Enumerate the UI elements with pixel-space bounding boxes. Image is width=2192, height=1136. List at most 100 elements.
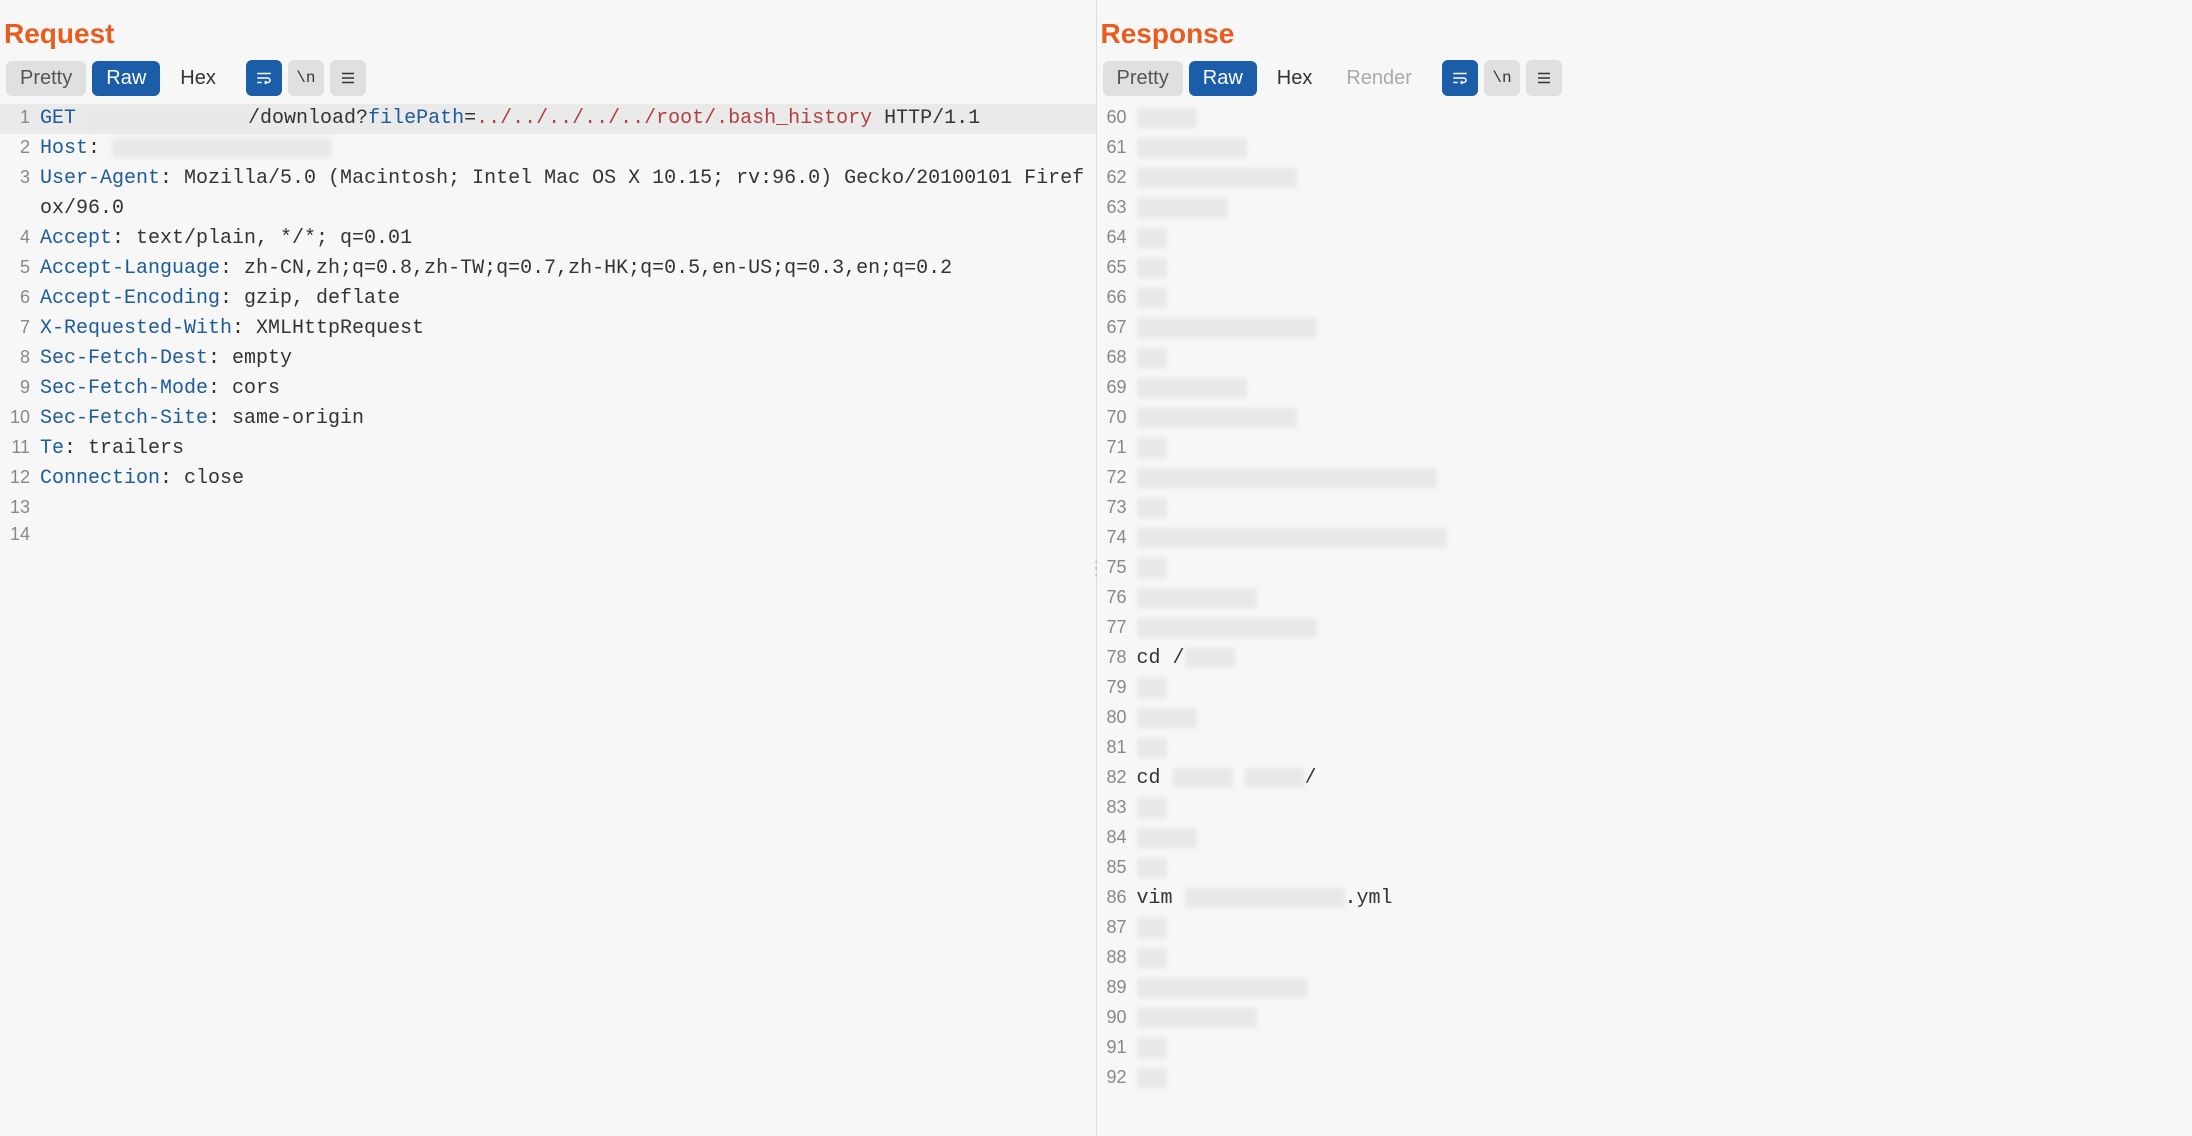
line-number: 84 (1097, 824, 1137, 851)
line-number: 4 (0, 224, 40, 251)
response-wrap-lines-icon[interactable] (1442, 60, 1478, 96)
line-number: 80 (1097, 704, 1137, 731)
code-line: 91x (1097, 1034, 2192, 1064)
code-line: 7X-Requested-With: XMLHttpRequest (0, 314, 1096, 344)
line-number: 90 (1097, 1004, 1137, 1031)
line-number: 77 (1097, 614, 1137, 641)
line-number: 67 (1097, 314, 1137, 341)
redacted-text: x (1137, 498, 1167, 518)
redacted-text: x (1137, 1008, 1257, 1028)
response-editor[interactable]: 60x61x62x63x64x65x66x67x68x69x70x71x72x7… (1097, 104, 2192, 1136)
line-content: x (1137, 284, 2192, 314)
wrap-lines-icon[interactable] (246, 60, 282, 96)
code-line: 88x (1097, 944, 2192, 974)
code-line: 76x (1097, 584, 2192, 614)
code-line: 92x (1097, 1064, 2192, 1094)
line-content: x (1137, 524, 2192, 554)
response-menu-icon[interactable] (1526, 60, 1562, 96)
line-number: 10 (0, 404, 40, 431)
line-content: Accept: text/plain, */*; q=0.01 (40, 224, 1096, 254)
code-line: 4Accept: text/plain, */*; q=0.01 (0, 224, 1096, 254)
line-number: 92 (1097, 1064, 1137, 1091)
line-content: x (1137, 194, 2192, 224)
code-line: 90x (1097, 1004, 2192, 1034)
redacted-text: x (1137, 468, 1437, 488)
line-content: cd x x/ (1137, 764, 2192, 794)
response-tab-render[interactable]: Render (1332, 61, 1426, 96)
line-number: 66 (1097, 284, 1137, 311)
response-tab-hex[interactable]: Hex (1263, 61, 1327, 96)
redacted-text: x (1137, 348, 1167, 368)
line-number: 61 (1097, 134, 1137, 161)
request-tab-hex[interactable]: Hex (166, 61, 230, 96)
line-number: 7 (0, 314, 40, 341)
line-content: x (1137, 1064, 2192, 1094)
code-line: 3User-Agent: Mozilla/5.0 (Macintosh; Int… (0, 164, 1096, 224)
code-line: 75x (1097, 554, 2192, 584)
line-content: Accept-Encoding: gzip, deflate (40, 284, 1096, 314)
code-line: 67x (1097, 314, 2192, 344)
redacted-text: x (1137, 528, 1447, 548)
line-content: Accept-Language: zh-CN,zh;q=0.8,zh-TW;q=… (40, 254, 1096, 284)
redacted-text: x (1137, 948, 1167, 968)
code-line: 79x (1097, 674, 2192, 704)
line-content: x (1137, 374, 2192, 404)
line-content: x (1137, 494, 2192, 524)
line-content: Sec-Fetch-Dest: empty (40, 344, 1096, 374)
code-line: 85x (1097, 854, 2192, 884)
response-tab-raw[interactable]: Raw (1189, 61, 1257, 96)
request-tab-raw[interactable]: Raw (92, 61, 160, 96)
line-number: 72 (1097, 464, 1137, 491)
code-line: 70x (1097, 404, 2192, 434)
code-line: 13 (0, 494, 1096, 521)
line-number: 81 (1097, 734, 1137, 761)
line-content: x (1137, 1004, 2192, 1034)
line-content: x (1137, 584, 2192, 614)
line-content: vim x.yml (1137, 884, 2192, 914)
code-line: 89x (1097, 974, 2192, 1004)
redacted-text: x (1137, 288, 1167, 308)
redacted-text: x (1137, 108, 1197, 128)
code-line: 87x (1097, 914, 2192, 944)
response-tab-pretty[interactable]: Pretty (1103, 61, 1183, 96)
line-number: 60 (1097, 104, 1137, 131)
line-content: X-Requested-With: XMLHttpRequest (40, 314, 1096, 344)
line-content: x (1137, 1034, 2192, 1064)
code-line: 1GET x/download?filePath=../../../../../… (0, 104, 1096, 134)
redacted-text: x (1137, 678, 1167, 698)
line-content: x (1137, 704, 2192, 734)
code-line: 6Accept-Encoding: gzip, deflate (0, 284, 1096, 314)
line-number: 2 (0, 134, 40, 161)
redacted-text: x (1137, 1038, 1167, 1058)
line-content: Connection: close (40, 464, 1096, 494)
line-number: 73 (1097, 494, 1137, 521)
code-line: 69x (1097, 374, 2192, 404)
code-line: 80x (1097, 704, 2192, 734)
code-line: 83x (1097, 794, 2192, 824)
line-content: cd /x (1137, 644, 2192, 674)
redacted-text: x (1137, 198, 1227, 218)
line-content: Sec-Fetch-Site: same-origin (40, 404, 1096, 434)
line-number: 86 (1097, 884, 1137, 911)
line-number: 5 (0, 254, 40, 281)
show-newlines-icon[interactable]: \n (288, 60, 324, 96)
line-number: 68 (1097, 344, 1137, 371)
request-menu-icon[interactable] (330, 60, 366, 96)
redacted-text: x (1137, 558, 1167, 578)
line-number: 79 (1097, 674, 1137, 701)
response-show-newlines-icon[interactable]: \n (1484, 60, 1520, 96)
redacted-text: x (1137, 588, 1257, 608)
line-content: x (1137, 434, 2192, 464)
code-line: 73x (1097, 494, 2192, 524)
line-content: Host: x (40, 134, 1096, 164)
line-number: 74 (1097, 524, 1137, 551)
code-line: 12Connection: close (0, 464, 1096, 494)
request-tab-pretty[interactable]: Pretty (6, 61, 86, 96)
code-line: 5Accept-Language: zh-CN,zh;q=0.8,zh-TW;q… (0, 254, 1096, 284)
code-line: 65x (1097, 254, 2192, 284)
line-number: 64 (1097, 224, 1137, 251)
line-content: x (1137, 914, 2192, 944)
request-editor[interactable]: 1GET x/download?filePath=../../../../../… (0, 104, 1096, 1136)
request-title: Request (0, 0, 1096, 60)
code-line: 66x (1097, 284, 2192, 314)
